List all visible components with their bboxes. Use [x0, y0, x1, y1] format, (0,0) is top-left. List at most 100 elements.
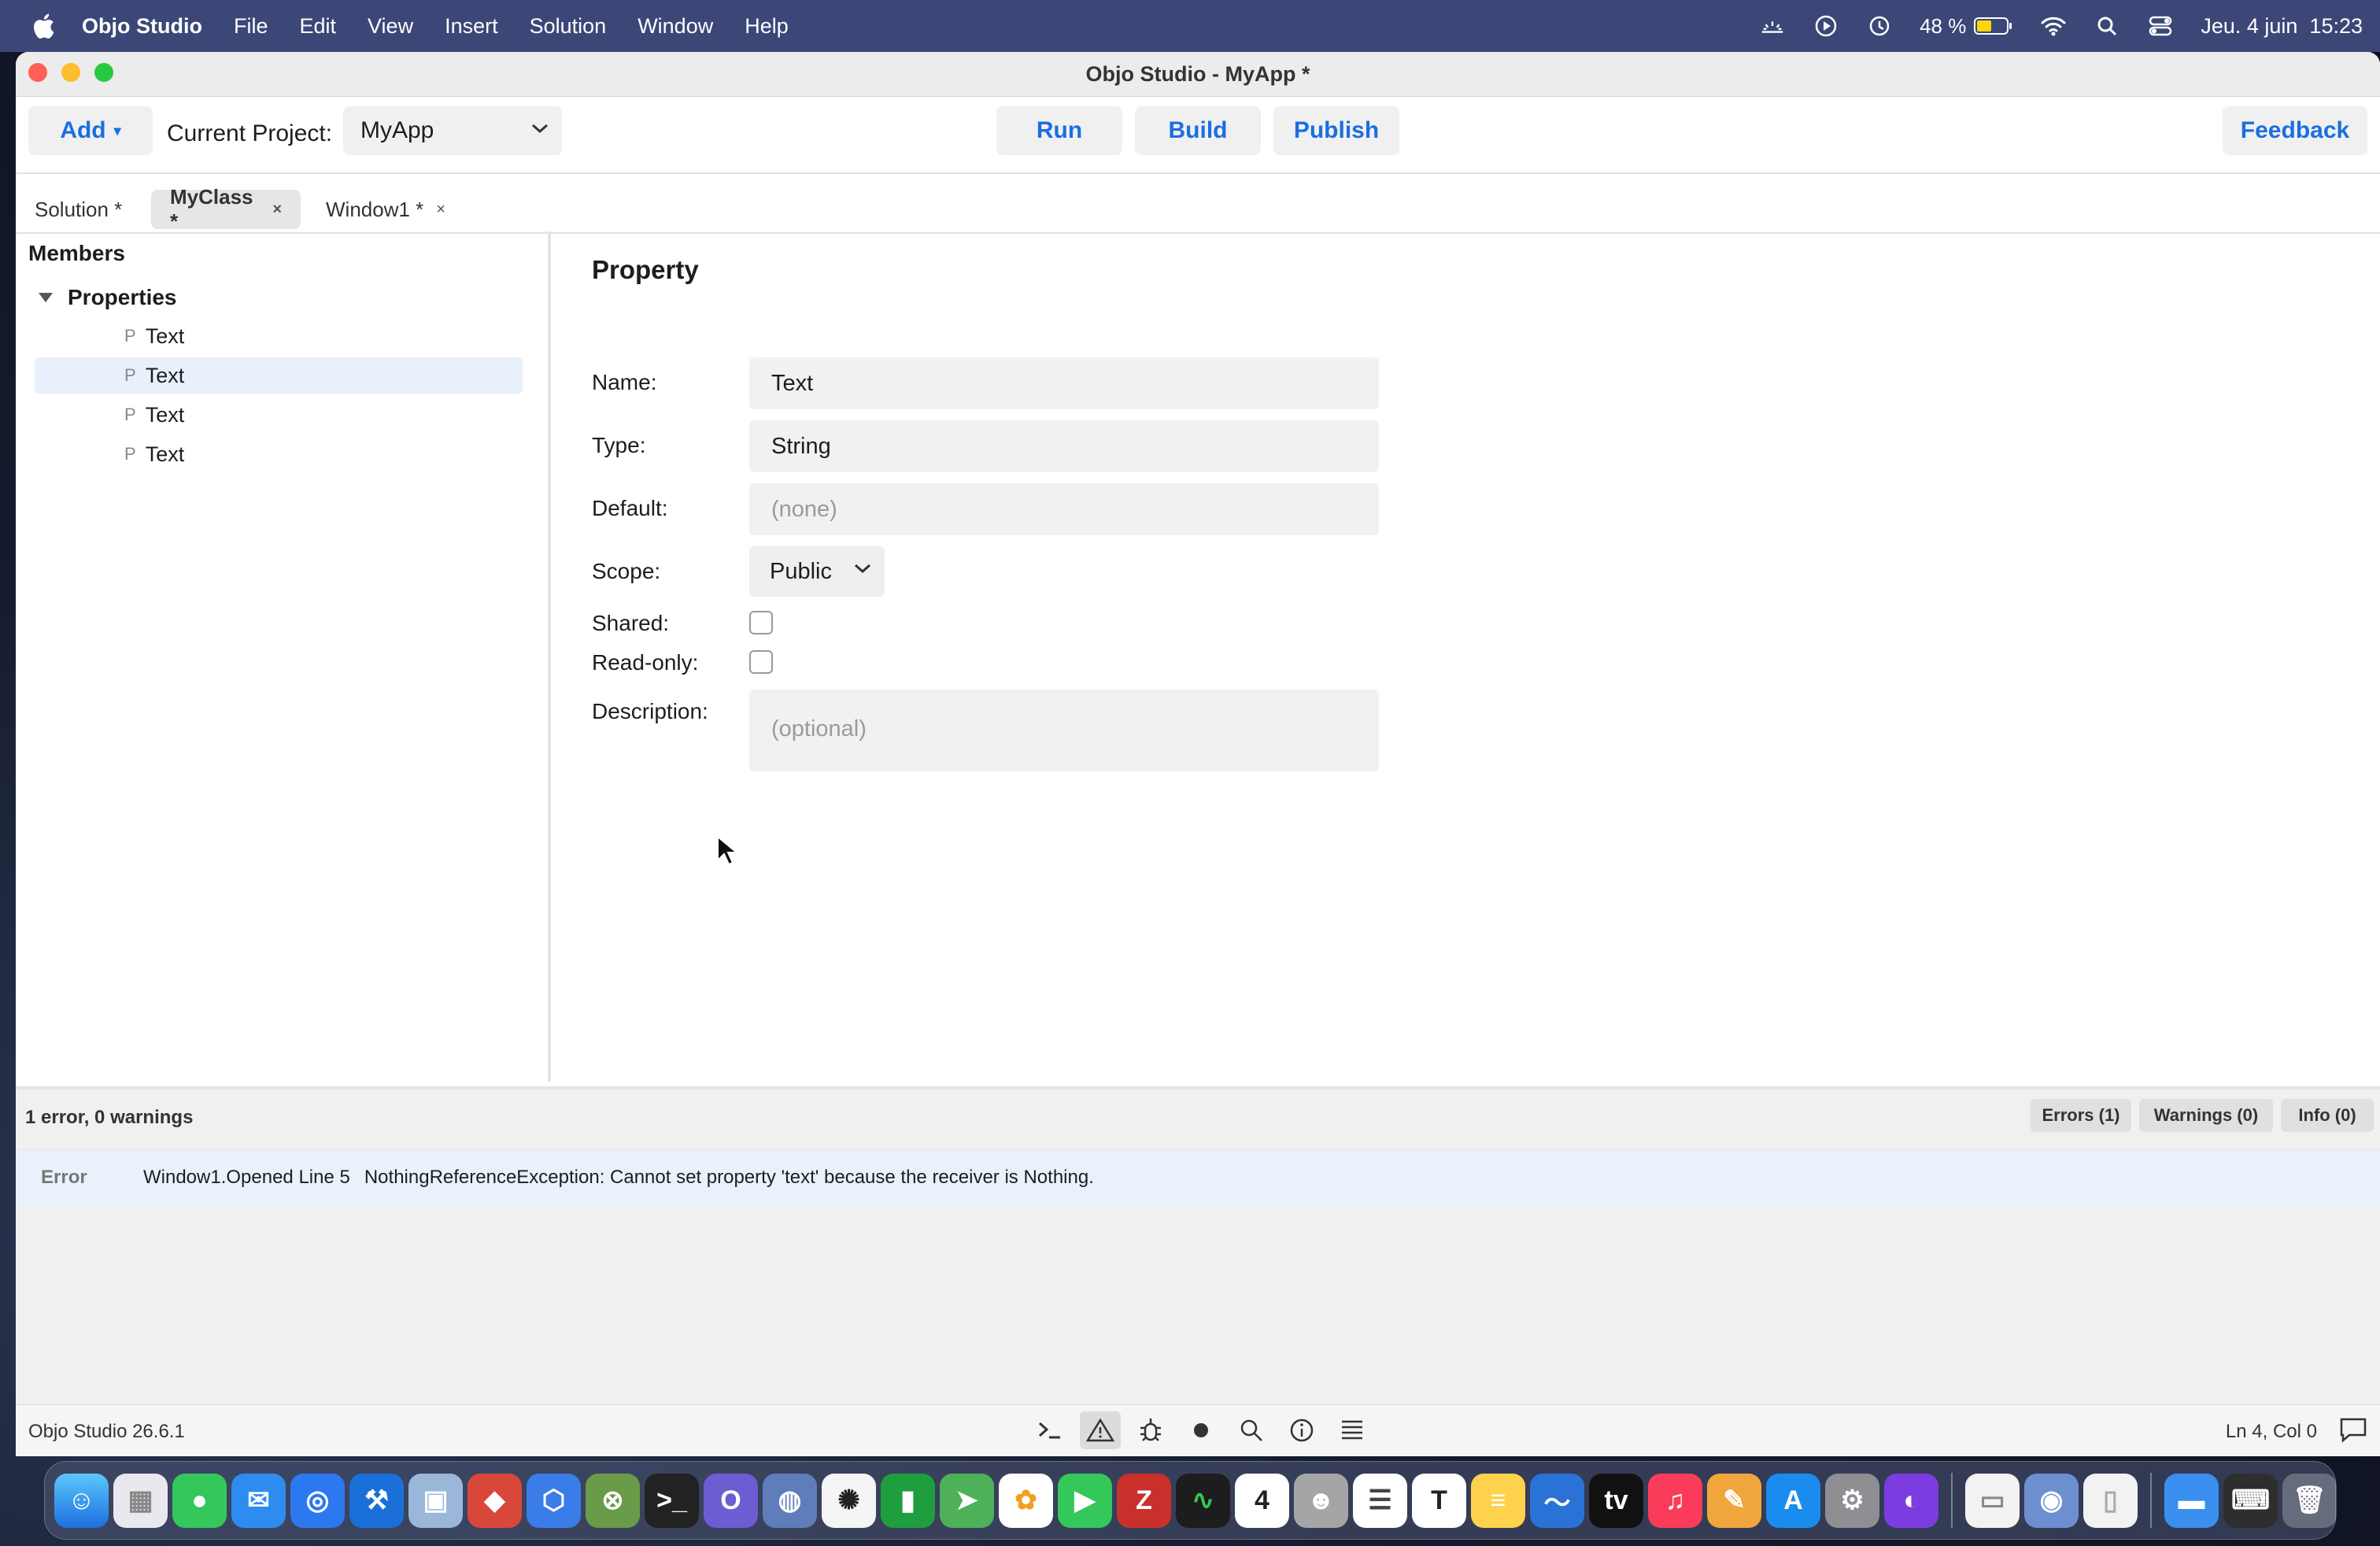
- objo-icon[interactable]: O: [704, 1473, 758, 1528]
- safari-icon[interactable]: ◎: [290, 1473, 345, 1528]
- firefox-icon[interactable]: ◐: [1884, 1473, 1938, 1528]
- reminders-icon[interactable]: ☰: [1353, 1473, 1407, 1528]
- member-item-selected[interactable]: P Text: [35, 357, 523, 394]
- minimize-window-button[interactable]: [61, 63, 80, 82]
- member-item[interactable]: P Text: [35, 318, 523, 354]
- window-icon[interactable]: ▭: [1965, 1473, 2020, 1528]
- folder-icon[interactable]: ▬: [2164, 1473, 2219, 1528]
- build-button[interactable]: Build: [1135, 106, 1261, 155]
- music-icon[interactable]: ♫: [1648, 1473, 1702, 1528]
- warnings-filter-button[interactable]: Warnings (0): [2139, 1099, 2273, 1132]
- menu-app-name[interactable]: Objo Studio: [82, 14, 202, 39]
- problem-row[interactable]: Error Window1.Opened Line 5 NothingRefer…: [16, 1149, 2380, 1205]
- toolbar: Add ▾ Current Project: MyApp Run Build P…: [16, 97, 2380, 174]
- member-item[interactable]: P Text: [35, 397, 523, 433]
- disk-icon[interactable]: ◉: [2024, 1473, 2079, 1528]
- freeform-icon[interactable]: 〜: [1530, 1473, 1584, 1528]
- project-select[interactable]: MyApp: [343, 106, 562, 155]
- menu-help[interactable]: Help: [745, 14, 789, 39]
- member-item[interactable]: P Text: [35, 436, 523, 472]
- trash-icon[interactable]: 🗑: [2282, 1473, 2337, 1528]
- system-settings-icon[interactable]: ⚙: [1825, 1473, 1879, 1528]
- record-dot-icon[interactable]: [1181, 1411, 1221, 1449]
- menu-file[interactable]: File: [234, 14, 268, 39]
- launchpad-icon[interactable]: ▦: [113, 1473, 168, 1528]
- problems-summary: 1 error, 0 warnings: [25, 1107, 194, 1128]
- info-filter-button[interactable]: Info (0): [2281, 1099, 2374, 1132]
- warning-triangle-icon[interactable]: [1080, 1411, 1121, 1449]
- description-field[interactable]: (optional): [749, 690, 1379, 771]
- default-field[interactable]: (none): [749, 483, 1379, 535]
- tab-window1[interactable]: Window1 * ×: [307, 190, 464, 229]
- time-machine-icon[interactable]: [1866, 13, 1893, 39]
- play-icon[interactable]: [1813, 13, 1839, 39]
- tab-myclass[interactable]: MyClass * ×: [151, 185, 301, 233]
- calendar-icon[interactable]: 4: [1235, 1473, 1289, 1528]
- photos-icon[interactable]: ✿: [999, 1473, 1053, 1528]
- feedback-button[interactable]: Feedback: [2223, 106, 2367, 155]
- readonly-checkbox[interactable]: [749, 650, 773, 674]
- close-window-button[interactable]: [28, 63, 47, 82]
- globe-icon[interactable]: ◍: [763, 1473, 817, 1528]
- close-tab-icon[interactable]: ×: [272, 201, 282, 219]
- maximize-window-button[interactable]: [94, 63, 113, 82]
- filezilla-icon[interactable]: Z: [1117, 1473, 1171, 1528]
- chat-bubble-icon[interactable]: [2339, 1416, 2367, 1443]
- menu-solution[interactable]: Solution: [530, 14, 607, 39]
- apple-icon[interactable]: [31, 13, 55, 39]
- close-tab-icon[interactable]: ×: [436, 201, 445, 219]
- run-button[interactable]: Run: [996, 106, 1122, 155]
- control-center-icon[interactable]: [2147, 13, 2174, 39]
- xcode-icon[interactable]: ⚒: [349, 1473, 404, 1528]
- debug-bug-icon[interactable]: [1130, 1411, 1171, 1449]
- errors-filter-button[interactable]: Errors (1): [2031, 1099, 2131, 1132]
- contacts-icon[interactable]: ☻: [1294, 1473, 1348, 1528]
- info-icon[interactable]: [1281, 1411, 1322, 1449]
- box-icon[interactable]: ⬡: [527, 1473, 581, 1528]
- keyboard-icon[interactable]: ⌨: [2223, 1473, 2278, 1528]
- apple-tv-icon[interactable]: tv: [1589, 1473, 1643, 1528]
- add-button[interactable]: Add ▾: [28, 106, 153, 155]
- name-field[interactable]: Text: [749, 357, 1379, 409]
- type-label: Type:: [592, 433, 646, 457]
- search-icon[interactable]: [1231, 1411, 1272, 1449]
- document-icon[interactable]: ▯: [2083, 1473, 2138, 1528]
- terminal-prompt-icon[interactable]: [1029, 1411, 1070, 1449]
- menu-view[interactable]: View: [368, 14, 413, 39]
- textedit-icon[interactable]: T: [1412, 1473, 1466, 1528]
- wifi-icon[interactable]: [2040, 13, 2067, 39]
- messages-icon[interactable]: ●: [172, 1473, 227, 1528]
- battery-icon[interactable]: [1974, 13, 2013, 39]
- disclosure-triangle-down-icon[interactable]: [38, 292, 54, 303]
- problem-message: NothingReferenceException: Cannot set pr…: [364, 1167, 1094, 1188]
- menu-edit[interactable]: Edit: [300, 14, 337, 39]
- tab-solution[interactable]: Solution *: [16, 190, 141, 229]
- mail-icon[interactable]: ✉: [231, 1473, 286, 1528]
- list-lines-icon[interactable]: [1332, 1411, 1373, 1449]
- finder-icon[interactable]: ☺: [54, 1473, 109, 1528]
- properties-group[interactable]: Properties: [38, 285, 177, 310]
- type-field[interactable]: String: [749, 420, 1379, 472]
- terminal-icon[interactable]: >_: [645, 1473, 699, 1528]
- tab-label: Solution *: [35, 197, 123, 221]
- preview-icon[interactable]: ▣: [408, 1473, 463, 1528]
- numbers-icon[interactable]: ▮: [881, 1473, 935, 1528]
- maps-icon[interactable]: ➤: [940, 1473, 994, 1528]
- activity-monitor-icon[interactable]: ∿: [1176, 1473, 1230, 1528]
- menu-window[interactable]: Window: [638, 14, 713, 39]
- scope-select[interactable]: Public: [749, 546, 885, 597]
- menubar-clock[interactable]: Jeu. 4 juin 15:23: [2201, 14, 2363, 39]
- app-icon[interactable]: ◆: [468, 1473, 522, 1528]
- brightness-icon[interactable]: [1759, 13, 1786, 39]
- app-store-icon[interactable]: A: [1766, 1473, 1820, 1528]
- shared-checkbox[interactable]: [749, 611, 773, 634]
- facetime-icon[interactable]: ▶: [1058, 1473, 1112, 1528]
- spotlight-search-icon[interactable]: [2094, 13, 2120, 39]
- publish-button[interactable]: Publish: [1273, 106, 1399, 155]
- menu-insert[interactable]: Insert: [445, 14, 498, 39]
- app-window: Objo Studio - MyApp * Add ▾ Current Proj…: [16, 52, 2380, 1456]
- chatgpt-icon[interactable]: ✺: [822, 1473, 876, 1528]
- pages-icon[interactable]: ✎: [1707, 1473, 1761, 1528]
- xbox-icon[interactable]: ⊗: [586, 1473, 640, 1528]
- notes-icon[interactable]: ≡: [1471, 1473, 1525, 1528]
